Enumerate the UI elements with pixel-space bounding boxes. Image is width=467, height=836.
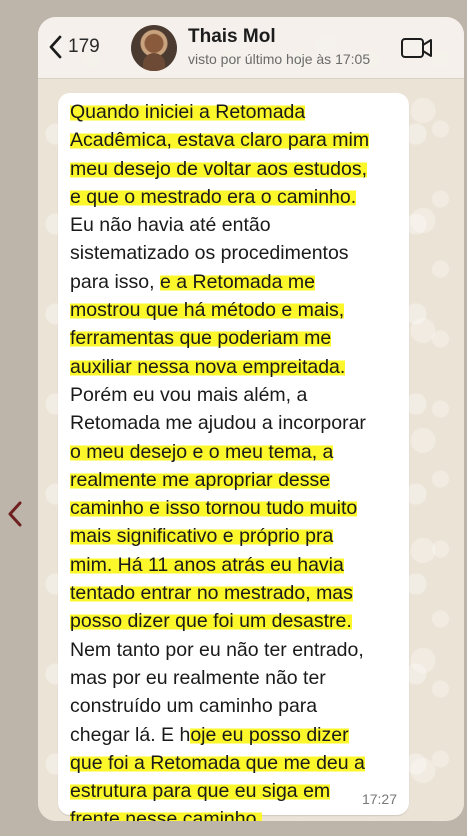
plain-text: mas por eu realmente não ter: [70, 666, 326, 689]
chevron-left-icon: [8, 501, 22, 527]
video-camera-icon: [401, 38, 432, 58]
message-line: sistematizado os procedimentos: [70, 239, 405, 267]
message-line: mais significativo e próprio pra: [70, 522, 405, 550]
message-line: estrutura para que eu siga em: [70, 777, 405, 805]
message-line: Eu não havia até então: [70, 211, 405, 239]
contact-status: visto por último hoje às 17:05: [188, 51, 371, 67]
video-call-button[interactable]: [400, 35, 434, 61]
highlighted-text: que foi a Retomada que me deu a: [70, 751, 365, 774]
highlighted-text: estrutura para que eu siga em: [70, 780, 331, 803]
highlighted-text: auxiliar nessa nova empreitada.: [70, 355, 346, 378]
highlighted-text: mais significativo e próprio pra: [70, 525, 334, 548]
chat-screen: 179 Thais Mol visto por último hoje às 1…: [38, 17, 464, 821]
message-line: e que o mestrado era o caminho.: [70, 183, 405, 211]
message-line: Acadêmica, estava claro para mim: [70, 126, 405, 154]
plain-text: Eu não havia até então: [70, 214, 271, 237]
message-time: 17:27: [361, 791, 397, 807]
highlighted-text: posso dizer que foi um desastre.: [70, 610, 352, 633]
message-line: Nem tanto por eu não ter entrado,: [70, 636, 405, 664]
avatar-figure: [143, 53, 165, 71]
highlighted-text: mim. Há 11 anos atrás eu havia: [70, 553, 344, 576]
message-line: que foi a Retomada que me deu a: [70, 749, 405, 777]
message-line: caminho e isso tornou tudo muito: [70, 494, 405, 522]
highlighted-text: Acadêmica, estava claro para mim: [70, 129, 370, 152]
unread-count: 179: [68, 36, 100, 57]
message-line: posso dizer que foi um desastre.: [70, 607, 405, 635]
contact-name[interactable]: Thais Mol: [188, 26, 276, 48]
plain-text: Retomada me ajudou a incorporar: [70, 412, 366, 435]
plain-text: Nem tanto por eu não ter entrado,: [70, 638, 364, 661]
highlighted-text: Quando iniciei a Retomada: [70, 101, 306, 123]
message-line: frente nesse caminho.: [70, 805, 405, 821]
previous-button[interactable]: [4, 496, 26, 532]
highlighted-text: tentado entrar no mestrado, mas: [70, 582, 353, 605]
back-button[interactable]: 179: [48, 31, 100, 63]
plain-text: sistematizado os procedimentos: [70, 242, 349, 265]
highlighted-text: e que o mestrado era o caminho.: [70, 185, 357, 208]
highlighted-text: meu desejo de voltar aos estudos,: [70, 157, 368, 180]
plain-text: construído um caminho para: [70, 695, 318, 718]
message-line: Retomada me ajudou a incorporar: [70, 409, 405, 437]
message-line: mostrou que há método e mais,: [70, 296, 405, 324]
message-line: realmente me apropriar desse: [70, 466, 405, 494]
chevron-left-icon: [49, 35, 62, 59]
message-line: para isso, e a Retomada me: [70, 268, 405, 296]
message-bubble[interactable]: Quando iniciei a Retomada Acadêmica, esta…: [58, 93, 409, 821]
highlighted-text: mostrou que há método e mais,: [70, 299, 345, 322]
highlighted-text: oje eu posso dizer: [190, 723, 349, 746]
message-line: Porém eu vou mais além, a: [70, 381, 405, 409]
message-line: Quando iniciei a Retomada: [70, 98, 405, 126]
message-line: meu desejo de voltar aos estudos,: [70, 155, 405, 183]
plain-text: Porém eu vou mais além, a: [70, 383, 308, 406]
highlighted-text: realmente me apropriar desse: [70, 468, 331, 491]
highlighted-text: e a Retomada me: [159, 270, 315, 293]
message-line: o meu desejo e o meu tema, a: [70, 438, 405, 466]
avatar[interactable]: [131, 25, 177, 71]
highlighted-text: frente nesse caminho.: [70, 808, 262, 821]
message-line: auxiliar nessa nova empreitada.: [70, 353, 405, 381]
message-line: chegar lá. E hoje eu posso dizer: [70, 721, 405, 749]
highlighted-text: caminho e isso tornou tudo muito: [70, 497, 358, 520]
message-line: ferramentas que poderiam me: [70, 324, 405, 352]
message-line: mim. Há 11 anos atrás eu havia: [70, 551, 405, 579]
chat-header: 179 Thais Mol visto por último hoje às 1…: [38, 17, 464, 79]
message-text: Quando iniciei a Retomada Acadêmica, esta…: [70, 98, 405, 821]
highlighted-text: ferramentas que poderiam me: [70, 327, 332, 350]
message-line: construído um caminho para: [70, 692, 405, 720]
message-line: mas por eu realmente não ter: [70, 664, 405, 692]
plain-text: chegar lá. E h: [70, 723, 191, 746]
message-line: tentado entrar no mestrado, mas: [70, 579, 405, 607]
plain-text: para isso,: [70, 270, 160, 293]
highlighted-text: o meu desejo e o meu tema, a: [70, 440, 334, 463]
